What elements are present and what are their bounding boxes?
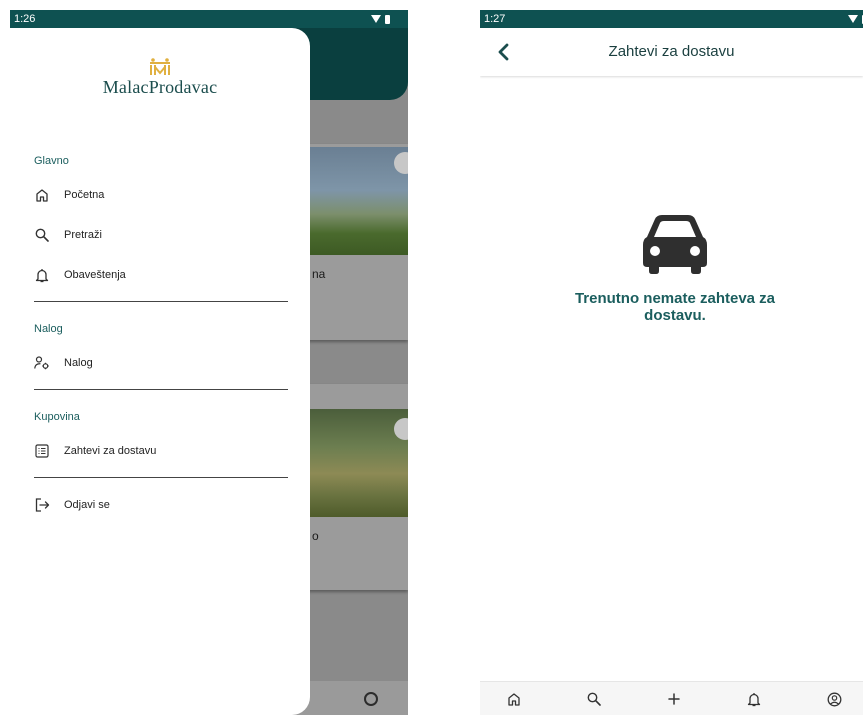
section-title-nalog: Nalog [34,323,63,335]
car-icon [643,215,707,274]
nav-home-button[interactable] [505,690,523,708]
menu-item-label: Početna [64,189,105,201]
section-title-glavno: Glavno [34,155,69,167]
nav-profile-button[interactable] [825,690,843,708]
menu-item-zahtevi-za-dostavu[interactable]: Zahtevi za dostavu [34,441,156,461]
menu-item-pretrazi[interactable]: Pretraži [34,225,102,245]
section-divider [34,301,288,302]
navigation-drawer: MalacProdavac Glavno Početna Pretraži Ob… [10,28,310,715]
menu-item-label: Obaveštenja [64,269,126,281]
status-time: 1:26 [14,13,36,25]
nav-notifications-button[interactable] [745,690,763,708]
status-icons [371,10,390,28]
nav-search-button[interactable] [585,690,603,708]
menu-item-label: Zahtevi za dostavu [64,445,157,457]
search-icon [34,227,50,243]
plus-icon [668,693,680,705]
bell-icon [747,692,761,706]
empty-state-message: Trenutno nemate zahteva za dostavu. [574,290,776,324]
account-settings-icon [34,355,50,371]
status-bar: 1:26 [10,10,408,28]
brand-logo: MalacProdavac [10,58,310,98]
brand-logo-icon [150,58,170,75]
search-icon [587,692,601,706]
home-icon [34,187,50,203]
menu-item-nalog[interactable]: Nalog [34,353,93,373]
home-icon [508,693,520,706]
status-icons [848,10,863,28]
phone-screen-drawer: 1:26 na o MalacProdavac Glavno Početna P… [10,10,408,715]
menu-item-label: Pretraži [64,229,102,241]
card-title-snippet: na [312,267,326,281]
section-divider [34,389,288,390]
profile-icon [827,692,841,706]
logout-icon [34,497,50,513]
app-bar: Zahtevi za dostavu [480,28,863,76]
bell-icon [34,267,50,283]
logout-button[interactable]: Odjavi se [34,495,110,515]
bottom-navigation [480,681,863,715]
wifi-icon [848,15,858,23]
brand-name: MalacProdavac [102,77,218,97]
menu-item-label: Nalog [64,357,93,369]
wifi-icon [371,15,381,23]
section-divider [34,477,288,478]
nav-add-button[interactable] [665,690,683,708]
phone-screen-delivery-requests: 1:27 Zahtevi za dostavu Trenutno nemate … [480,10,863,715]
menu-item-pocetna[interactable]: Početna [34,185,104,205]
battery-icon [385,14,390,24]
page-title: Zahtevi za dostavu [608,43,735,60]
profile-icon [364,692,378,706]
screenshot-canvas: 1:26 na o MalacProdavac Glavno Početna P… [0,0,863,715]
status-time: 1:27 [484,13,506,25]
section-title-kupovina: Kupovina [34,411,80,423]
menu-item-obavestenja[interactable]: Obaveštenja [34,265,126,285]
card-title-snippet: o [312,529,319,543]
list-icon [34,443,50,459]
status-bar: 1:27 [480,10,863,28]
menu-item-label: Odjavi se [64,499,110,511]
